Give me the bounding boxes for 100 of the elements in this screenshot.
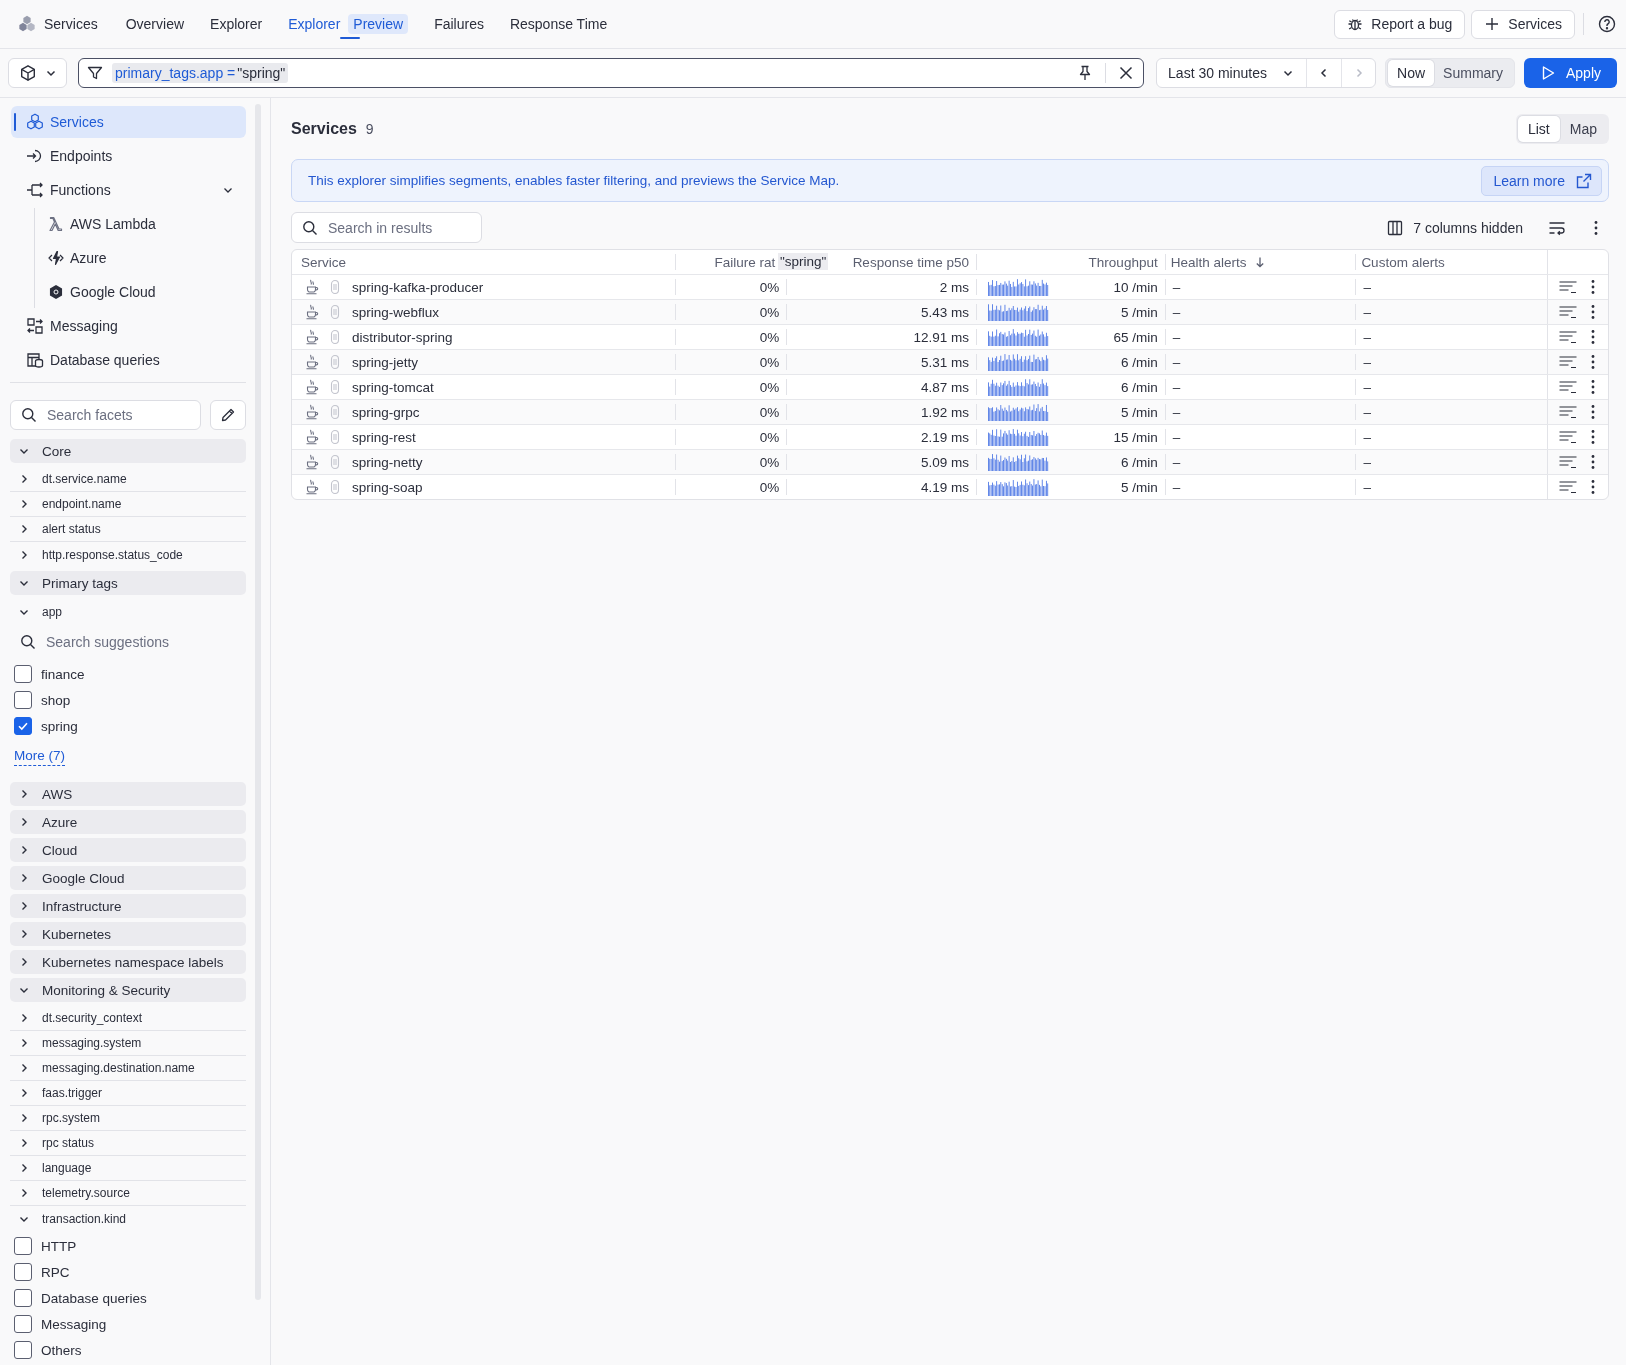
facet-group-header[interactable]: Kubernetes — [10, 922, 246, 946]
view-toggle[interactable]: List — [1517, 116, 1560, 142]
tab[interactable]: Explorer — [197, 9, 276, 39]
option-label: Database queries — [41, 1290, 147, 1306]
facet-item[interactable]: dt.service.name — [10, 467, 246, 492]
service-name[interactable]: spring-jetty — [352, 354, 419, 370]
help-icon[interactable] — [1598, 15, 1616, 33]
service-name[interactable]: distributor-spring — [352, 329, 453, 345]
facet-group-header[interactable]: AWS — [10, 782, 246, 806]
column-header[interactable]: Custom alerts — [1361, 254, 1445, 270]
facet-item[interactable]: messaging.system — [10, 1031, 246, 1056]
add-button[interactable]: Services — [1471, 9, 1575, 39]
more-icon[interactable] — [1591, 429, 1595, 445]
details-lines-icon[interactable] — [1559, 303, 1577, 321]
facet-item[interactable]: dt.security_context — [10, 1006, 246, 1031]
service-name[interactable]: spring-tomcat — [352, 379, 434, 395]
report-bug-button[interactable]: Report a bug — [1334, 9, 1466, 39]
search-field[interactable]: Search facets — [10, 400, 201, 430]
clear-icon[interactable] — [1118, 65, 1135, 81]
facet-item[interactable]: alert status — [10, 517, 246, 542]
segment-selector[interactable] — [8, 58, 67, 88]
facet-item[interactable]: rpc status — [10, 1131, 246, 1156]
facet-item[interactable]: http.response.status_code — [10, 542, 246, 567]
facet-group-header[interactable]: Monitoring & Security — [10, 978, 246, 1002]
service-name[interactable]: spring-netty — [352, 454, 423, 470]
facet-item[interactable]: telemetry.source — [10, 1181, 246, 1206]
nav-item[interactable]: Functions — [11, 174, 246, 206]
more-icon[interactable] — [1594, 219, 1598, 236]
apply-button[interactable]: Apply — [1524, 58, 1617, 88]
details-lines-icon[interactable] — [1559, 478, 1577, 496]
details-lines-icon[interactable] — [1559, 278, 1577, 296]
checkbox[interactable] — [14, 1289, 32, 1307]
view-toggle[interactable]: Map — [1559, 116, 1607, 142]
facet-item[interactable]: messaging.destination.name — [10, 1056, 246, 1081]
checkbox[interactable] — [14, 1237, 32, 1255]
more-icon[interactable] — [1591, 454, 1595, 470]
facet-group-header[interactable]: Kubernetes namespace labels — [10, 950, 246, 974]
more-link[interactable]: More (7) — [14, 747, 65, 766]
service-name[interactable]: spring-rest — [352, 429, 416, 445]
more-icon[interactable] — [1591, 404, 1595, 420]
checkbox[interactable] — [14, 1315, 32, 1333]
nav-item[interactable]: Database queries — [11, 344, 246, 376]
columns-icon — [1387, 219, 1404, 236]
hidden-columns-button[interactable]: 7 columns hidden — [1387, 219, 1523, 236]
checkbox[interactable] — [14, 691, 32, 709]
tab[interactable]: Explorer Preview — [275, 9, 422, 39]
facet-item[interactable]: rpc.system — [10, 1106, 246, 1131]
nav-item[interactable]: Endpoints — [11, 140, 246, 172]
facet-item[interactable]: language — [10, 1156, 246, 1181]
more-icon[interactable] — [1591, 354, 1595, 370]
more-icon[interactable] — [1591, 479, 1595, 495]
checkbox[interactable] — [14, 717, 32, 735]
facet-item[interactable]: transaction.kind — [10, 1206, 246, 1231]
checkbox[interactable] — [14, 1341, 32, 1359]
nav-item[interactable]: AWS Lambda — [35, 208, 245, 240]
facet-item[interactable]: endpoint.name — [10, 492, 246, 517]
mode-toggle[interactable]: Now — [1388, 60, 1435, 86]
facet-group-header[interactable]: Cloud — [10, 838, 246, 862]
tab[interactable]: Failures — [421, 9, 497, 39]
learn-more-button[interactable]: Learn more — [1481, 165, 1602, 196]
column-header[interactable]: Throughput — [1088, 254, 1158, 270]
column-header[interactable]: Failure rat — [714, 254, 776, 270]
details-lines-icon[interactable] — [1559, 353, 1577, 371]
details-lines-icon[interactable] — [1559, 378, 1577, 396]
more-icon[interactable] — [1591, 304, 1595, 320]
nav-item[interactable]: Services — [11, 106, 246, 138]
details-lines-icon[interactable] — [1559, 428, 1577, 446]
nav-item[interactable]: Google Cloud — [35, 276, 245, 308]
service-name[interactable]: spring-grpc — [352, 404, 420, 420]
more-icon[interactable] — [1591, 329, 1595, 345]
facet-group-header[interactable]: Azure — [10, 810, 246, 834]
checkbox[interactable] — [14, 665, 32, 683]
details-lines-icon[interactable] — [1559, 453, 1577, 471]
facet-group-header[interactable]: Primary tags — [10, 571, 246, 595]
facet-group-header[interactable]: Core — [10, 439, 246, 463]
facet-group-header[interactable]: Infrastructure — [10, 894, 246, 918]
search-field[interactable]: Search in results — [291, 212, 482, 243]
filter-field[interactable]: primary_tags.app ="spring" — [78, 58, 1145, 88]
suggestion-search-field[interactable]: Search suggestions — [10, 628, 246, 656]
checkbox[interactable] — [14, 1263, 32, 1281]
facet-item[interactable]: faas.trigger — [10, 1081, 246, 1106]
tab[interactable]: Overview — [112, 9, 198, 39]
edit-button[interactable] — [210, 400, 246, 430]
search-icon — [21, 407, 37, 423]
service-name[interactable]: spring-webflux — [352, 304, 440, 320]
column-header[interactable]: Response time p50 — [852, 254, 969, 270]
service-name[interactable]: spring-kafka-producer — [352, 279, 484, 295]
details-lines-icon[interactable] — [1559, 328, 1577, 346]
column-header[interactable]: Service — [301, 254, 346, 270]
details-lines-icon[interactable] — [1559, 403, 1577, 421]
tab[interactable]: Response Time — [496, 9, 621, 39]
more-icon[interactable] — [1591, 379, 1595, 395]
service-name[interactable]: spring-soap — [352, 479, 423, 495]
nav-item[interactable]: Messaging — [11, 310, 246, 342]
facet-group-header[interactable]: Google Cloud — [10, 866, 246, 890]
facet-item[interactable]: app — [10, 599, 246, 624]
more-icon[interactable] — [1591, 279, 1595, 295]
nav-item[interactable]: Azure — [35, 242, 245, 274]
mode-toggle[interactable]: Summary — [1434, 60, 1512, 86]
column-header[interactable]: Health alerts — [1170, 254, 1247, 270]
